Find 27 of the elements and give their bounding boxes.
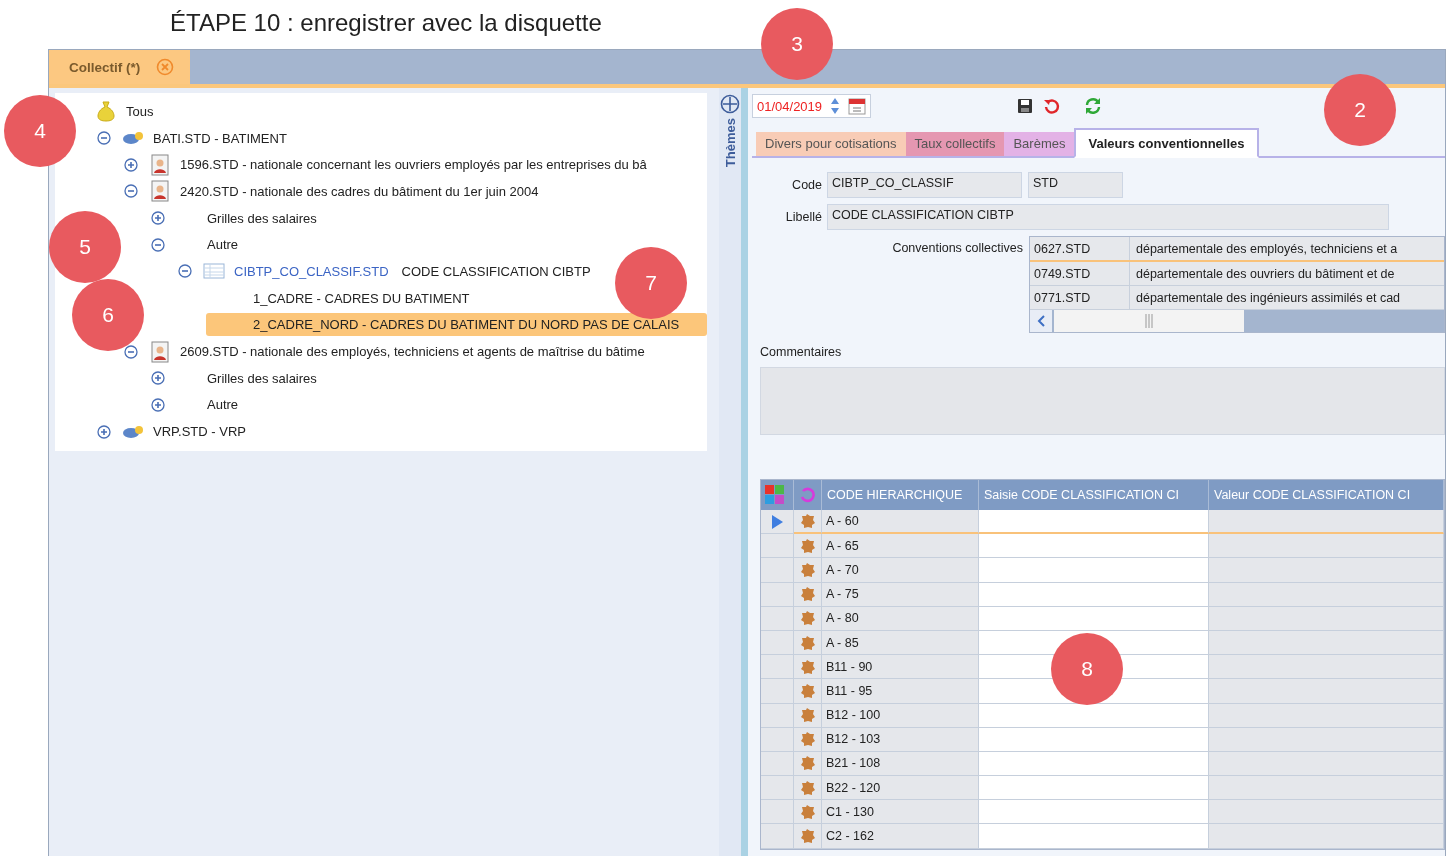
table-cell: 0627.STD — [1030, 237, 1130, 260]
table-cell: A - 80 — [822, 606, 979, 631]
table-cell: A - 70 — [822, 558, 979, 583]
table-cell: 0749.STD — [1030, 262, 1130, 285]
table-cell: B11 - 90 — [822, 655, 979, 680]
table-cell: C1 - 130 — [822, 800, 979, 825]
table-cell: A - 75 — [822, 582, 979, 607]
table-cell: B12 - 103 — [822, 727, 979, 752]
table-cell: B21 - 108 — [822, 751, 979, 777]
table-cell: B12 - 100 — [822, 703, 979, 728]
table-cell-text: départementale des employés, techniciens et a — [1135, 241, 1399, 256]
table-cell: 0771.STD — [1030, 286, 1130, 309]
step-marker-overlay: 4 — [4, 95, 76, 167]
table-cell: A - 65 — [822, 534, 979, 559]
field-label: Libellé — [784, 209, 823, 224]
field-label: Conventions collectives — [891, 240, 1024, 257]
step-heading: ÉTAPE 10 : enregistrer avec la disquette — [170, 9, 602, 38]
table-cell: A - 85 — [822, 630, 979, 656]
table-cell: A - 60 — [822, 510, 979, 535]
field-label: Code — [791, 177, 823, 192]
table-cell: B22 - 120 — [822, 776, 979, 801]
table-cell: B11 - 95 — [822, 679, 979, 704]
table-cell-text: départementale des ingénieurs assimilés et cad — [1135, 290, 1402, 305]
field-label: Commentaires — [760, 345, 842, 359]
table-cell: C2 - 162 — [822, 824, 979, 849]
step-marker-overlay: 3 — [761, 8, 833, 80]
table-cell-text: départementale des ouvriers du bâtiment et de — [1135, 266, 1396, 281]
